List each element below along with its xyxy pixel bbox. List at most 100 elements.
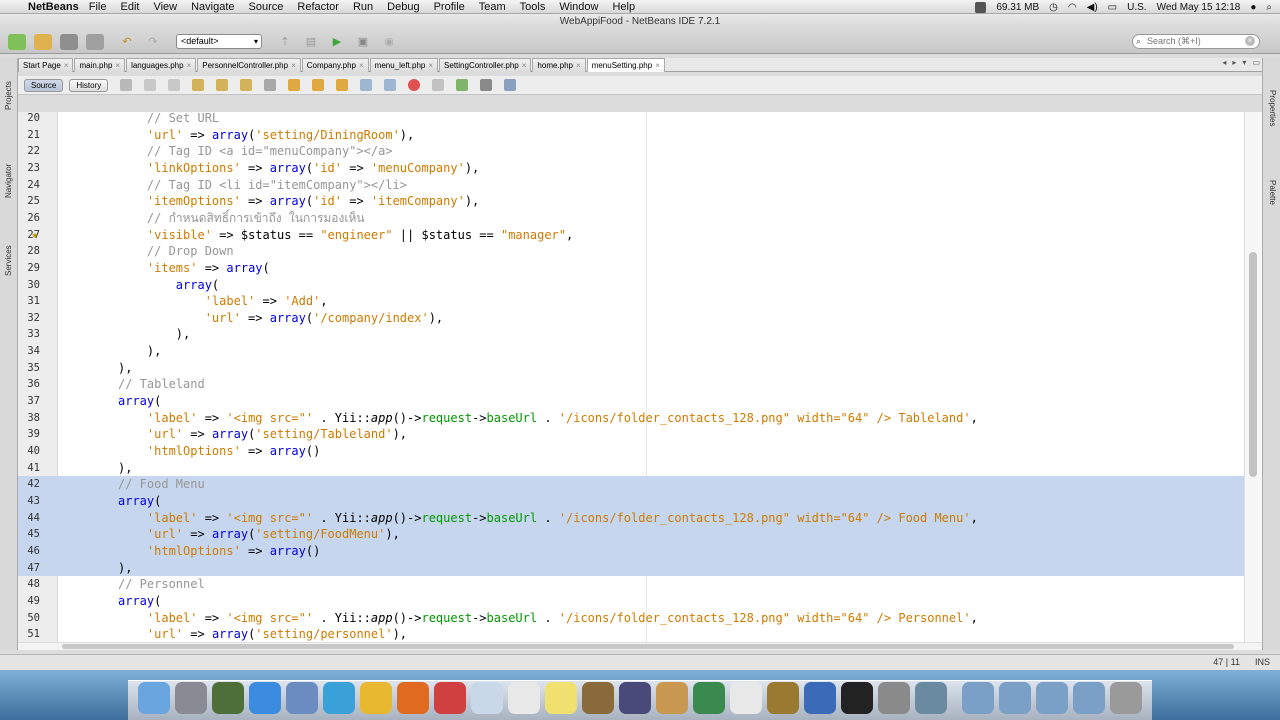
- tab-personnelcontroller-php[interactable]: PersonnelController.php ×: [197, 58, 301, 72]
- open-project-icon[interactable]: [60, 33, 78, 50]
- code-line[interactable]: 25 'itemOptions' => array('id' => 'itemC…: [18, 193, 1244, 210]
- trash-icon[interactable]: [1110, 682, 1142, 714]
- tab-home-php[interactable]: home.php ×: [532, 58, 586, 72]
- code-text[interactable]: 'items' => array(: [118, 260, 270, 277]
- code-text[interactable]: 'url' => array('setting/personnel'),: [118, 626, 407, 642]
- terminal-icon[interactable]: [841, 682, 873, 714]
- stickies-icon[interactable]: [545, 682, 577, 714]
- tab-company-php[interactable]: Company.php ×: [301, 58, 369, 72]
- vertical-scrollbar[interactable]: [1244, 112, 1262, 642]
- uncomment-icon[interactable]: [480, 79, 493, 91]
- clean-build-icon[interactable]: ▤: [302, 34, 320, 50]
- code-text[interactable]: 'label' => '<img src="' . Yii::app()->re…: [118, 410, 978, 427]
- code-line[interactable]: 41),: [18, 460, 1244, 477]
- code-text[interactable]: // Personnel: [118, 576, 205, 593]
- menu-file[interactable]: File: [89, 1, 107, 13]
- downloads-icon[interactable]: [1073, 682, 1105, 714]
- menu-window[interactable]: Window: [559, 1, 598, 13]
- code-text[interactable]: 'linkOptions' => array('id' => 'menuComp…: [118, 160, 479, 177]
- mail-icon[interactable]: [434, 682, 466, 714]
- app-menu[interactable]: NetBeans: [28, 1, 79, 13]
- hint-bulb-icon[interactable]: ●: [32, 227, 37, 244]
- menu-team[interactable]: Team: [479, 1, 506, 13]
- code-text[interactable]: 'label' => 'Add',: [118, 293, 328, 310]
- code-line[interactable]: 32 'url' => array('/company/index'),: [18, 310, 1244, 327]
- battery-icon[interactable]: ▭: [1108, 2, 1117, 13]
- code-line[interactable]: 50 'label' => '<img src="' . Yii::app()-…: [18, 610, 1244, 627]
- menu-source[interactable]: Source: [249, 1, 284, 13]
- show-opened-documents-icon[interactable]: ▾: [1242, 58, 1246, 67]
- code-text[interactable]: 'url' => array('setting/Tableland'),: [118, 426, 407, 443]
- menu-profile[interactable]: Profile: [434, 1, 465, 13]
- code-line[interactable]: 48 // Personnel: [18, 576, 1244, 593]
- close-icon[interactable]: ×: [576, 59, 581, 72]
- scroll-tabs-left-icon[interactable]: ◂: [1222, 58, 1226, 67]
- code-text[interactable]: 'htmlOptions' => array(): [118, 443, 320, 460]
- code-line[interactable]: 26 // กำหนดสิทธิ์การเข้าถึง ในการมองเห็น: [18, 210, 1244, 227]
- menu-debug[interactable]: Debug: [387, 1, 419, 13]
- toggle-highlight-icon[interactable]: [264, 79, 277, 91]
- calendar-icon[interactable]: [508, 682, 540, 714]
- code-line[interactable]: 44 'label' => '<img src="' . Yii::app()-…: [18, 509, 1244, 527]
- menu-refactor[interactable]: Refactor: [297, 1, 339, 13]
- forward-icon[interactable]: [168, 79, 181, 91]
- code-line[interactable]: 27 'visible' => $status == "engineer" ||…: [18, 227, 1244, 244]
- back-icon[interactable]: [144, 79, 157, 91]
- code-editor[interactable]: 20 // Set URL 21 'url' => array('setting/…: [18, 112, 1262, 642]
- memory-readout[interactable]: 69.31 MB: [996, 2, 1039, 13]
- projects-panel-tab[interactable]: Projects: [4, 81, 13, 110]
- finder-icon[interactable]: [138, 682, 170, 714]
- close-icon[interactable]: ×: [115, 59, 120, 72]
- vertical-scroll-thumb[interactable]: [1249, 252, 1257, 477]
- code-text[interactable]: ),: [118, 360, 132, 377]
- navigator-panel-tab[interactable]: Navigator: [4, 164, 13, 198]
- code-line[interactable]: 45 'url' => array('setting/FoodMenu'),: [18, 526, 1244, 543]
- close-icon[interactable]: ×: [522, 59, 527, 72]
- search-input[interactable]: ⌕ Search (⌘+I) ×: [1132, 34, 1260, 49]
- code-line[interactable]: 23 'linkOptions' => array('id' => 'menuC…: [18, 160, 1244, 177]
- code-text[interactable]: 'visible' => $status == "engineer" || $s…: [118, 227, 573, 244]
- code-line[interactable]: 33 ),: [18, 326, 1244, 343]
- imovie-icon[interactable]: [767, 682, 799, 714]
- code-text[interactable]: array(: [118, 393, 161, 410]
- code-text[interactable]: 'htmlOptions' => array(): [118, 543, 320, 560]
- code-text[interactable]: array(: [118, 277, 219, 294]
- clear-search-icon[interactable]: ×: [1245, 36, 1255, 46]
- network-icon[interactable]: [804, 682, 836, 714]
- code-line[interactable]: 28 // Drop Down: [18, 243, 1244, 260]
- photo-icon[interactable]: [582, 682, 614, 714]
- config-select[interactable]: <default> ▾: [176, 34, 262, 49]
- code-line[interactable]: 20 // Set URL: [18, 112, 1244, 127]
- profile-icon[interactable]: ◉: [380, 34, 398, 50]
- build-icon[interactable]: ⇡: [276, 34, 294, 50]
- code-line[interactable]: 37 array(: [18, 393, 1244, 410]
- spotlight-icon[interactable]: ⌕: [1266, 2, 1272, 13]
- undo-icon[interactable]: ↶: [118, 34, 136, 50]
- code-line[interactable]: 34 ),: [18, 343, 1244, 360]
- textedit-icon[interactable]: [730, 682, 762, 714]
- folder-icon[interactable]: [999, 682, 1031, 714]
- code-text[interactable]: ),: [118, 560, 132, 577]
- comment-icon[interactable]: [456, 79, 469, 91]
- launchpad-icon[interactable]: [175, 682, 207, 714]
- horizontal-scrollbar[interactable]: [18, 642, 1262, 650]
- menu-view[interactable]: View: [153, 1, 177, 13]
- safari-icon[interactable]: [323, 682, 355, 714]
- clock[interactable]: Wed May 15 12:18: [1157, 2, 1241, 13]
- user-icon[interactable]: ●: [1250, 2, 1256, 13]
- tab-main-php[interactable]: main.php ×: [74, 58, 126, 72]
- input-locale[interactable]: U.S.: [1127, 2, 1146, 13]
- insert-mode[interactable]: INS: [1255, 657, 1270, 667]
- format-icon[interactable]: [504, 79, 517, 91]
- tab-languages-php[interactable]: languages.php ×: [126, 58, 197, 72]
- code-text[interactable]: 'url' => array('setting/DiningRoom'),: [118, 127, 414, 144]
- preview-icon[interactable]: [286, 682, 318, 714]
- code-text[interactable]: 'label' => '<img src="' . Yii::app()->re…: [118, 610, 978, 627]
- code-line[interactable]: 43 array(: [18, 492, 1244, 510]
- close-icon[interactable]: ×: [428, 59, 433, 72]
- code-line[interactable]: 42 // Food Menu: [18, 476, 1244, 493]
- code-line[interactable]: 35),: [18, 360, 1244, 377]
- code-line[interactable]: 39 'url' => array('setting/Tableland'),: [18, 426, 1244, 443]
- stop-macro-icon[interactable]: [432, 79, 445, 91]
- close-icon[interactable]: ×: [359, 59, 364, 72]
